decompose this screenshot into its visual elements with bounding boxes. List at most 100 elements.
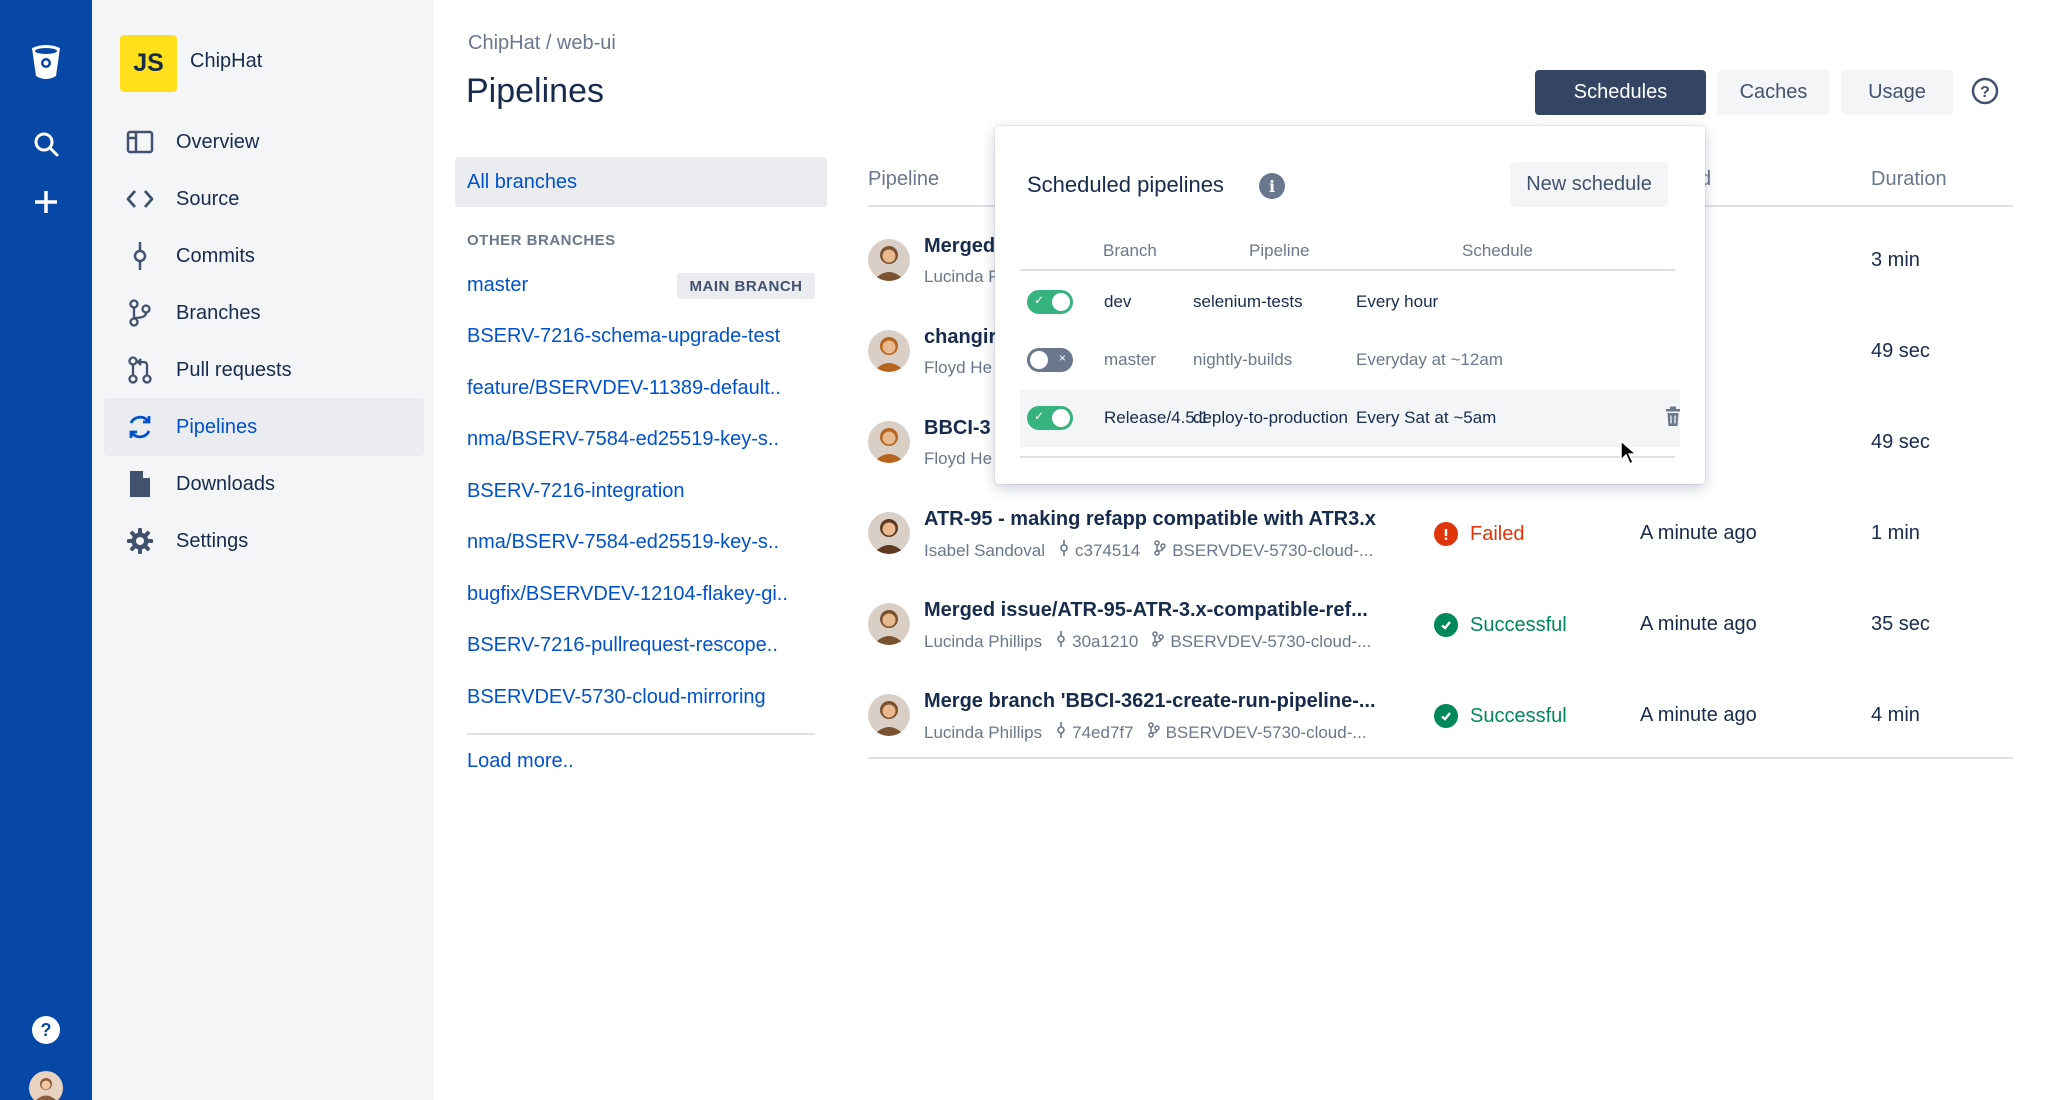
project-name[interactable]: ChipHat [190, 50, 262, 73]
schedule-pipeline: deploy-to-production [1193, 408, 1348, 427]
toggle-knob [1030, 351, 1048, 369]
author-name: Floyd He [924, 449, 993, 468]
table-row[interactable]: Merge branch 'BBCI-3621-create-run-pipel… [868, 672, 2013, 762]
check-icon: ✓ [1034, 409, 1045, 423]
sidebar-item-pipelines[interactable]: Pipelines [104, 398, 424, 456]
started-time: A minute ago [1640, 522, 1757, 544]
sidebar-item-overview[interactable]: Overview [104, 113, 424, 171]
branch-link[interactable]: bugfix/BSERVDEV-12104-flakey-gi.. [467, 583, 788, 606]
duration: 35 sec [1871, 613, 1930, 635]
divider [1020, 269, 1675, 271]
branch-icon [124, 297, 156, 329]
caches-button[interactable]: Caches [1717, 70, 1830, 115]
load-more-link[interactable]: Load more.. [467, 750, 574, 773]
pipeline-title[interactable]: BBCI-3 [924, 417, 991, 440]
pipeline-title[interactable]: Merged issue/ATR-95-ATR-3.x-compatible-r… [924, 599, 1368, 622]
schedule-toggle[interactable]: ✓ [1027, 290, 1073, 314]
duration: 4 min [1871, 704, 1920, 726]
branch-link[interactable]: feature/BSERVDEV-11389-default.. [467, 377, 781, 400]
branch-link[interactable]: BSERVDEV-5730-cloud-mirroring [467, 686, 766, 709]
schedule-row[interactable]: ✓ dev selenium-tests Every hour [1020, 274, 1680, 331]
branch-link[interactable]: nma/BSERV-7584-ed25519-key-s.. [467, 531, 779, 554]
search-icon[interactable] [26, 124, 66, 164]
sidebar-item-label: Settings [176, 529, 249, 552]
trash-icon[interactable] [1663, 406, 1685, 430]
branch-link[interactable]: BSERV-7216-integration [467, 480, 685, 503]
schedules-button[interactable]: Schedules [1535, 70, 1706, 115]
sidebar-item-label: Pull requests [176, 358, 292, 381]
project-sidebar: JS ChipHat Overview Source Commits Branc… [92, 0, 434, 1100]
svg-text:?: ? [1980, 84, 1990, 101]
commit-hash[interactable]: c374514 [1075, 541, 1140, 561]
table-row[interactable]: ATR-95 - making refapp compatible with A… [868, 490, 2013, 580]
breadcrumb[interactable]: ChipHat / web-ui [468, 32, 616, 55]
avatar [868, 330, 910, 372]
pipeline-title[interactable]: Merged [924, 235, 995, 258]
help-icon[interactable]: ? [26, 1010, 66, 1050]
project-avatar[interactable]: JS [120, 35, 177, 92]
user-avatar[interactable] [26, 1068, 66, 1100]
status-badge: Successful [1434, 613, 1567, 637]
schedule-row[interactable]: × master nightly-builds Everyday at ~12a… [1020, 332, 1680, 389]
commit-icon [1056, 722, 1066, 743]
column-header-schedule: Schedule [1462, 241, 1533, 260]
branch-name[interactable]: BSERVDEV-5730-cloud-... [1166, 723, 1367, 743]
author-name: Lucinda Phillips [924, 631, 1043, 651]
sidebar-item-pull-requests[interactable]: Pull requests [104, 341, 424, 399]
sidebar-item-settings[interactable]: Settings [104, 512, 424, 570]
info-icon[interactable]: i [1259, 173, 1285, 199]
success-check-icon [1434, 704, 1458, 728]
branch-icon [1154, 540, 1166, 561]
svg-text:?: ? [41, 1020, 52, 1040]
status-label: Successful [1470, 704, 1567, 727]
status-label: Successful [1470, 613, 1567, 636]
pipelines-icon [124, 411, 156, 443]
sidebar-item-label: Overview [176, 130, 260, 153]
sidebar-item-downloads[interactable]: Downloads [104, 455, 424, 513]
schedule-pipeline: selenium-tests [1193, 292, 1303, 311]
help-circle-icon[interactable]: ? [1970, 76, 2002, 108]
pipeline-meta: Lucinda Phillips 74ed7f7 BSERVDEV-5730-c… [924, 722, 1367, 743]
sidebar-item-source[interactable]: Source [104, 170, 424, 228]
schedule-row[interactable]: ✓ Release/4.5.1 deploy-to-production Eve… [1020, 390, 1680, 447]
schedule-toggle[interactable]: ✓ [1027, 406, 1073, 430]
dialog-title: Scheduled pipelines [1027, 172, 1224, 197]
duration: 49 sec [1871, 431, 1930, 453]
sidebar-item-commits[interactable]: Commits [104, 227, 424, 285]
commit-hash[interactable]: 74ed7f7 [1072, 723, 1133, 743]
toggle-knob [1052, 293, 1070, 311]
commit-hash[interactable]: 30a1210 [1072, 632, 1138, 652]
usage-button[interactable]: Usage [1841, 70, 1953, 115]
pipeline-meta: Isabel Sandoval c374514 BSERVDEV-5730-cl… [924, 540, 1373, 561]
pipeline-title[interactable]: ATR-95 - making refapp compatible with A… [924, 508, 1376, 531]
bitbucket-logo-icon[interactable] [26, 42, 66, 82]
new-schedule-button[interactable]: New schedule [1510, 162, 1668, 207]
pipeline-title[interactable]: Merge branch 'BBCI-3621-create-run-pipel… [924, 690, 1376, 713]
sidebar-item-branches[interactable]: Branches [104, 284, 424, 342]
file-icon [124, 468, 156, 500]
sidebar-item-label: Commits [176, 244, 255, 267]
branch-link[interactable]: BSERV-7216-schema-upgrade-test [467, 325, 780, 348]
main-branch-badge: MAIN BRANCH [677, 273, 815, 299]
branch-link[interactable]: BSERV-7216-pullrequest-rescope.. [467, 634, 778, 657]
duration: 3 min [1871, 249, 1920, 271]
divider [467, 733, 815, 735]
avatar [868, 694, 910, 736]
author-name: Floyd He [924, 358, 993, 377]
overview-icon [124, 126, 156, 158]
plus-icon[interactable] [26, 182, 66, 222]
pull-request-icon [124, 354, 156, 386]
success-check-icon [1434, 613, 1458, 637]
status-badge: Successful [1434, 704, 1567, 728]
branch-name[interactable]: BSERVDEV-5730-cloud-... [1170, 632, 1371, 652]
all-branches-filter[interactable]: All branches [455, 157, 827, 207]
divider [868, 757, 2013, 759]
branch-link[interactable]: nma/BSERV-7584-ed25519-key-s.. [467, 428, 779, 451]
schedule-frequency: Everyday at ~12am [1356, 350, 1503, 369]
branch-name[interactable]: BSERVDEV-5730-cloud-... [1172, 541, 1373, 561]
pipeline-title[interactable]: changir [924, 326, 996, 349]
table-row[interactable]: Merged issue/ATR-95-ATR-3.x-compatible-r… [868, 581, 2013, 671]
branch-link[interactable]: master [467, 274, 528, 297]
schedule-frequency: Every hour [1356, 292, 1439, 311]
schedule-toggle[interactable]: × [1027, 348, 1073, 372]
